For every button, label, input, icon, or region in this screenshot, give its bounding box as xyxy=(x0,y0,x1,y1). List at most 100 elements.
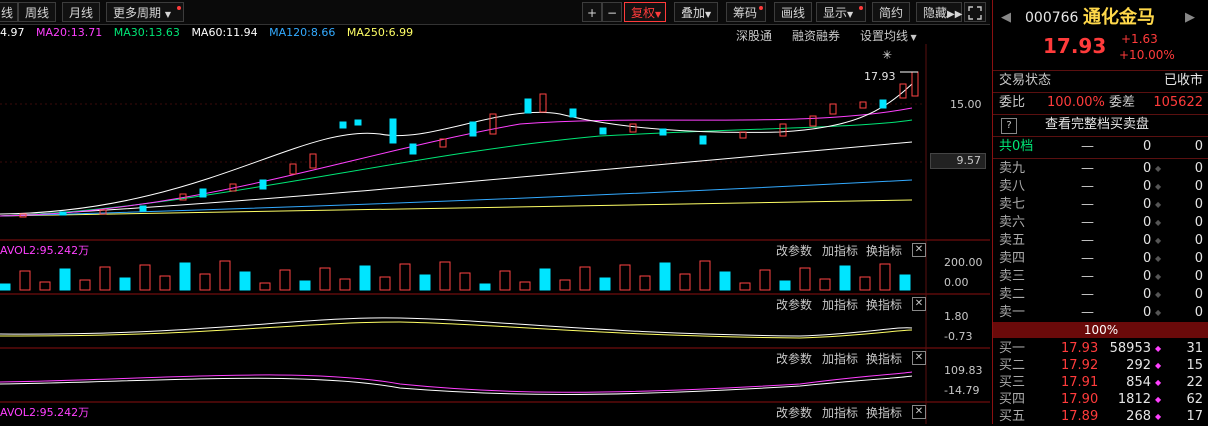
ask-row[interactable]: 卖六 — 0 ◆ 0 xyxy=(993,214,1208,232)
close-icon[interactable]: ✕ xyxy=(912,297,926,311)
bid-price: 17.89 xyxy=(1061,409,1099,424)
zoom-out-button[interactable]: − xyxy=(602,2,622,22)
ask-count: 0 xyxy=(1194,179,1203,194)
candlestick xyxy=(629,123,637,133)
bid-row[interactable]: 买四 17.90 1812 ◆ 62 xyxy=(993,391,1208,409)
volume-bar xyxy=(259,282,271,291)
prev-stock-icon[interactable]: ◀ xyxy=(1001,6,1011,30)
switch-indicator-button[interactable]: 换指标 xyxy=(866,404,902,421)
zoom-in-button[interactable]: + xyxy=(582,2,602,22)
candlestick xyxy=(469,121,477,137)
indicator-axis-top: 109.83 xyxy=(944,364,983,377)
candlestick xyxy=(659,128,667,136)
ask-label: 卖五 xyxy=(999,233,1026,248)
candlestick xyxy=(569,108,577,118)
restore-rights-dropdown[interactable]: 复权▼ xyxy=(624,2,666,22)
add-indicator-button[interactable]: 加指标 xyxy=(822,296,858,313)
shenzhen-connect-link[interactable]: 深股通 xyxy=(736,27,772,44)
change-param-button[interactable]: 改参数 xyxy=(776,404,812,421)
ask-volume: 0 xyxy=(1143,287,1152,302)
ask-price: — xyxy=(1081,161,1094,176)
ask-row[interactable]: 卖二 — 0 ◆ 0 xyxy=(993,286,1208,304)
switch-indicator-button[interactable]: 换指标 xyxy=(866,242,902,259)
volume-bar xyxy=(159,275,171,291)
month-line-tab[interactable]: 月线 xyxy=(62,2,101,22)
candlestick xyxy=(524,98,532,114)
add-indicator-button[interactable]: 加指标 xyxy=(822,242,858,259)
ask-row[interactable]: 卖五 — 0 ◆ 0 xyxy=(993,232,1208,250)
ask-row[interactable]: 卖九 — 0 ◆ 0 xyxy=(993,160,1208,178)
draw-line-button[interactable]: 画线 xyxy=(774,2,812,22)
more-periods-dropdown[interactable]: 更多周期 ▼ xyxy=(106,2,184,22)
change-param-button[interactable]: 改参数 xyxy=(776,296,812,313)
stock-header: ◀ 000766 通化金马 ▶ xyxy=(993,6,1208,30)
indicator-label: AVOL2:95.242万 xyxy=(0,244,90,257)
next-stock-icon[interactable]: ▶ xyxy=(1185,6,1195,30)
bid-row[interactable]: 买三 17.91 854 ◆ 22 xyxy=(993,374,1208,392)
volume-bar xyxy=(99,266,111,291)
ask-row[interactable]: 卖八 — 0 ◆ 0 xyxy=(993,178,1208,196)
bid-price: 17.93 xyxy=(1061,341,1099,356)
ask-price: — xyxy=(1081,215,1094,230)
diamond-icon: ◆ xyxy=(1155,412,1162,421)
bid-price: 17.92 xyxy=(1061,358,1099,373)
volume-bar xyxy=(239,271,251,291)
ask-price: — xyxy=(1081,269,1094,284)
close-icon[interactable]: ✕ xyxy=(912,405,926,419)
week-line-tab[interactable]: 周线 xyxy=(18,2,57,22)
switch-indicator-button[interactable]: 换指标 xyxy=(866,296,902,313)
ask-price: — xyxy=(1081,233,1094,248)
overlay-dropdown[interactable]: 叠加▼ xyxy=(674,2,718,22)
ask-row[interactable]: 卖七 — 0 ◆ 0 xyxy=(993,196,1208,214)
display-dropdown[interactable]: 显示▼ xyxy=(816,2,866,22)
hide-button[interactable]: 隐藏▶▶ xyxy=(916,2,962,22)
close-icon[interactable]: ✕ xyxy=(912,351,926,365)
settings-ma-link[interactable]: 设置均线 ▼ xyxy=(860,27,917,44)
candlestick xyxy=(354,119,362,126)
ask-row[interactable]: 卖三 — 0 ◆ 0 xyxy=(993,268,1208,286)
diamond-icon: ◆ xyxy=(1155,290,1162,299)
candlestick xyxy=(779,123,787,137)
ma120-value: MA120:8.66 xyxy=(269,26,336,39)
ask-price: — xyxy=(1081,179,1094,194)
bid-row[interactable]: 买二 17.92 292 ◆ 15 xyxy=(993,357,1208,375)
volume-bar xyxy=(439,261,451,291)
display-label: 显示 xyxy=(823,6,848,20)
candlestick xyxy=(309,153,317,169)
add-indicator-button[interactable]: 加指标 xyxy=(822,404,858,421)
change-param-button[interactable]: 改参数 xyxy=(776,242,812,259)
candlestick xyxy=(389,118,397,144)
ask-row[interactable]: 卖四 — 0 ◆ 0 xyxy=(993,250,1208,268)
candlestick xyxy=(139,205,147,212)
full-order-book-link[interactable]: ? 查看完整档买卖盘 xyxy=(993,116,1208,134)
add-indicator-button[interactable]: 加指标 xyxy=(822,350,858,367)
close-icon[interactable]: ✕ xyxy=(912,243,926,257)
volume-bar xyxy=(199,273,211,291)
bid-row[interactable]: 买五 17.89 268 ◆ 17 xyxy=(993,408,1208,426)
ask-count: 0 xyxy=(1194,161,1203,176)
volume-bar xyxy=(459,272,471,291)
chips-button[interactable]: 筹码 xyxy=(726,2,766,22)
ask-volume: 0 xyxy=(1143,251,1152,266)
bid-row[interactable]: 买一 17.93 58953 ◆ 31 xyxy=(993,340,1208,358)
divider xyxy=(993,70,1208,71)
total-levels-dash: — xyxy=(1081,139,1094,154)
quote-sidebar: ◀ 000766 通化金马 ▶ 17.93 +1.63 +10.00% 交易状态… xyxy=(992,0,1208,424)
volume-bar xyxy=(219,260,231,291)
double-chevron-right-icon: ▶▶ xyxy=(947,9,963,20)
caret-down-icon: ▼ xyxy=(164,10,171,19)
caret-down-icon: ▼ xyxy=(908,33,917,42)
simple-mode-button[interactable]: 简约 xyxy=(872,2,910,22)
kline-chart[interactable] xyxy=(0,44,990,424)
candlestick xyxy=(911,71,919,97)
change-param-button[interactable]: 改参数 xyxy=(776,350,812,367)
switch-indicator-button[interactable]: 换指标 xyxy=(866,350,902,367)
candlestick xyxy=(489,113,497,135)
bid-ask-ratio-bar: 100% xyxy=(993,322,1208,338)
indicator-axis-top: 200.00 xyxy=(944,256,983,269)
fullscreen-button[interactable] xyxy=(964,2,986,22)
ask-row[interactable]: 卖一 — 0 ◆ 0 xyxy=(993,304,1208,322)
margin-trading-link[interactable]: 融资融券 xyxy=(792,27,840,44)
day-line-tab[interactable]: 线 xyxy=(0,2,18,22)
volume-bar xyxy=(299,280,311,291)
